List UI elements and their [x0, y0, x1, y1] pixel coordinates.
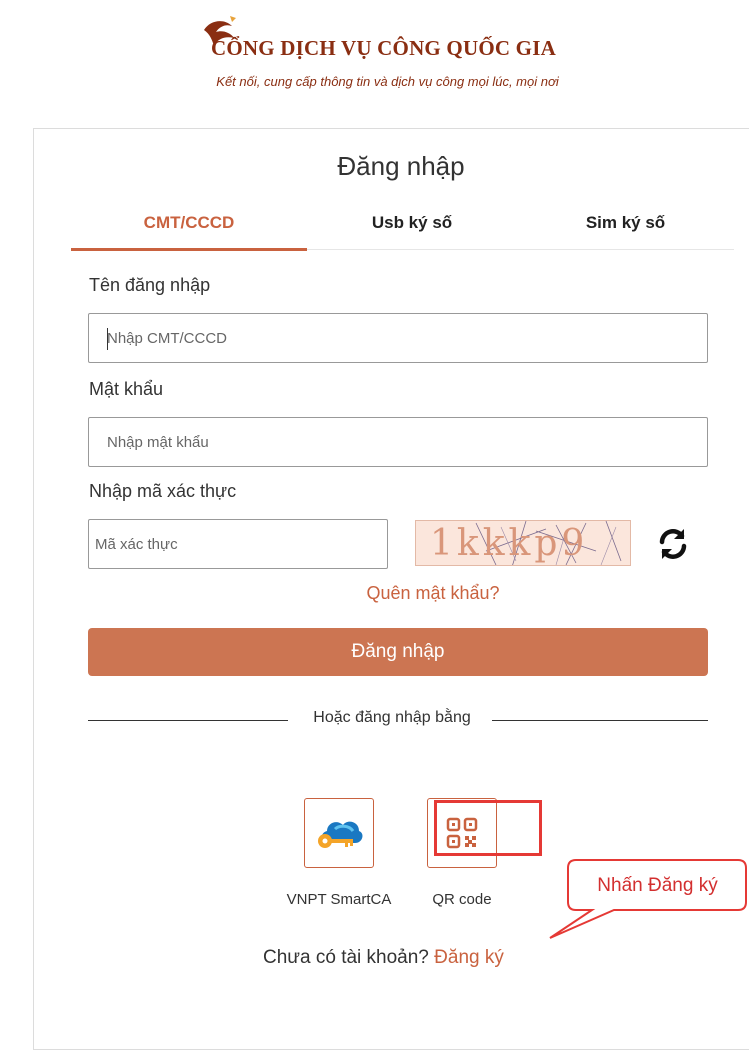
captcha-label: Nhập mã xác thực [89, 481, 237, 501]
no-account-text: Chưa có tài khoản? [263, 947, 429, 968]
username-input[interactable]: Nhập CMT/CCCD [88, 313, 708, 363]
login-title: Đăng nhập [337, 151, 465, 181]
callout-text: Nhấn Đăng ký [597, 875, 718, 896]
vnpt-smartca-button[interactable] [304, 798, 374, 868]
tab-sim-ky-so[interactable]: Sim ký số [517, 213, 734, 251]
divider-left [88, 720, 288, 721]
password-placeholder: Nhập mật khẩu [107, 434, 209, 451]
tab-cmt-cccd[interactable]: CMT/CCCD [71, 213, 307, 251]
qr-code-label: QR code [432, 891, 492, 908]
forgot-password-link[interactable]: Quên mật khẩu? [34, 583, 749, 604]
username-label: Tên đăng nhập [89, 275, 211, 295]
divider-right [492, 720, 708, 721]
vnpt-smartca-label: VNPT SmartCA [286, 891, 392, 908]
no-account-row: Chưa có tài khoản? Đăng ký [263, 947, 504, 969]
captcha-image: 1kkkp9 [415, 520, 631, 566]
captcha-placeholder: Mã xác thực [95, 536, 178, 553]
alt-login-text: Hoặc đăng nhập bằng [313, 709, 471, 726]
password-input[interactable]: Nhập mật khẩu [88, 417, 708, 467]
text-caret [107, 328, 108, 350]
register-link[interactable]: Đăng ký [434, 947, 504, 968]
callout-bubble [549, 859, 747, 939]
site-subtitle: Kết nối, cung cấp thông tin và dịch vụ c… [216, 74, 559, 89]
tab-usb-ky-so[interactable]: Usb ký số [307, 213, 517, 251]
qr-code-icon [446, 817, 478, 849]
site-title: CỔNG DỊCH VỤ CÔNG QUỐC GIA [211, 36, 556, 60]
login-button[interactable]: Đăng nhập [88, 628, 708, 676]
captcha-input[interactable]: Mã xác thực [88, 519, 388, 569]
refresh-captcha-icon[interactable] [654, 525, 692, 563]
site-header: CỔNG DỊCH VỤ CÔNG QUỐC GIA Kết nối, cung… [0, 0, 749, 100]
tab-active-indicator [71, 248, 307, 251]
qr-code-button[interactable] [427, 798, 497, 868]
password-label: Mật khẩu [89, 379, 164, 399]
captcha-text: 1kkkp9 [430, 523, 589, 564]
cloud-key-icon [318, 821, 363, 848]
username-placeholder: Nhập CMT/CCCD [107, 330, 228, 347]
